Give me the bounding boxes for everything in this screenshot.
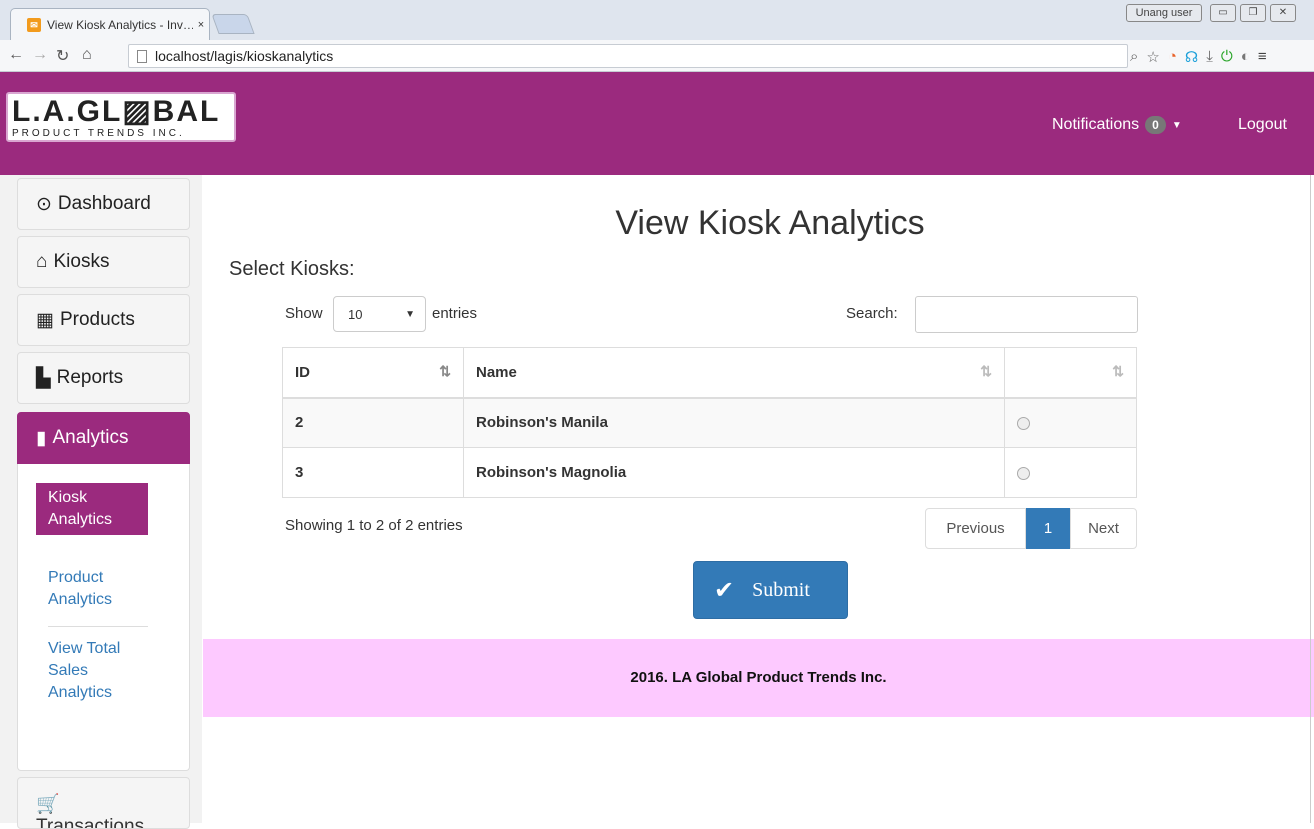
power-icon[interactable]: ⏻	[1221, 48, 1233, 66]
user-badge[interactable]: Unang user	[1126, 4, 1202, 22]
url-text: localhost/lagis/kioskanalytics	[155, 48, 334, 64]
home-browser-icon[interactable]: ⌂	[82, 46, 92, 64]
search-input[interactable]	[915, 296, 1138, 333]
menu-icon[interactable]: ≡	[1258, 48, 1267, 66]
sidebar-item-dashboard[interactable]: ⊙ Dashboard	[17, 178, 190, 230]
file-icon: ▙	[36, 367, 51, 389]
new-tab-button[interactable]	[211, 14, 255, 34]
page-button-current[interactable]: 1	[1026, 508, 1070, 549]
window-controls: ▭ ❐ ✕	[1210, 4, 1296, 22]
logo-text: L.A.GL▨BAL	[12, 95, 221, 128]
cart-icon: 🛒	[36, 794, 60, 815]
table-info: Showing 1 to 2 of 2 entries	[285, 517, 463, 534]
close-window-icon[interactable]: ✕	[1270, 4, 1296, 22]
show-label: Show	[285, 305, 323, 322]
logo-subtext: PRODUCT TRENDS INC.	[12, 128, 185, 139]
next-button[interactable]: Next	[1070, 508, 1137, 549]
select-arrow-icon: ▼	[405, 309, 415, 320]
submit-button[interactable]: ✔ Submit	[693, 561, 848, 619]
kiosk-table: ID ⇅ Name ⇅ ⇅ 2 Robinson's Manila 3 Robi…	[282, 347, 1137, 498]
submit-label: Submit	[752, 578, 810, 601]
app-header: L.A.GL▨BAL PRODUCT TRENDS INC. Notificat…	[0, 72, 1314, 175]
entries-length-select[interactable]: 10 ▼	[333, 296, 426, 332]
browser-toolbar: ← → ↻ ⌂ localhost/lagis/kioskanalytics ⌕…	[0, 40, 1314, 72]
caret-down-icon: ▼	[1171, 119, 1182, 131]
sidebar-item-label: Kiosks	[53, 251, 110, 272]
submenu-product-analytics[interactable]: Product Analytics	[36, 563, 156, 615]
sidebar-item-transactions[interactable]: 🛒 Transactions	[17, 777, 190, 829]
page-title: View Kiosk Analytics	[615, 204, 925, 242]
zoom-icon[interactable]: ⌕	[1130, 48, 1138, 66]
column-header-id[interactable]: ID ⇅	[282, 347, 464, 399]
sort-icon: ⇅	[980, 363, 992, 379]
download-icon[interactable]: ⤓	[1206, 48, 1213, 66]
tab-close-icon[interactable]: ×	[193, 19, 209, 31]
kiosk-radio[interactable]	[1017, 466, 1030, 480]
briefcase-icon: ▦	[36, 309, 54, 331]
restore-icon[interactable]: ❐	[1240, 4, 1266, 22]
toggle-off-icon[interactable]: ◐	[1241, 48, 1250, 66]
notifications-badge: 0	[1145, 116, 1166, 134]
pagination: Previous 1 Next	[925, 508, 1137, 549]
sidebar-item-label: Products	[59, 309, 135, 330]
analytics-submenu: Kiosk Analytics Product Analytics View T…	[17, 464, 190, 771]
page-icon	[137, 50, 147, 63]
dashboard-icon: ⊙	[36, 193, 52, 215]
extension-c-icon[interactable]: ◔	[1168, 48, 1177, 66]
cell-select	[1004, 447, 1137, 498]
table-row: 2 Robinson's Manila	[282, 397, 1137, 448]
cell-select	[1004, 397, 1137, 448]
headphones-icon[interactable]: ☊	[1185, 48, 1198, 66]
length-value: 10	[348, 307, 363, 322]
select-kiosks-label: Select Kiosks:	[229, 258, 355, 280]
check-icon: ✔	[714, 576, 735, 604]
sidebar-item-label: Analytics	[52, 427, 129, 448]
column-header-select[interactable]: ⇅	[1004, 347, 1137, 399]
reload-icon[interactable]: ↻	[56, 46, 69, 66]
sidebar-item-label: Dashboard	[57, 193, 151, 214]
cell-id: 3	[282, 447, 464, 498]
search-label: Search:	[846, 305, 898, 322]
browser-tab[interactable]: ✉ View Kiosk Analytics - Inv… ×	[10, 8, 210, 40]
url-input[interactable]: localhost/lagis/kioskanalytics	[128, 44, 1128, 68]
entries-label: entries	[432, 305, 478, 322]
sidebar-item-kiosks[interactable]: ⌂ Kiosks	[17, 236, 190, 288]
submenu-total-sales[interactable]: View Total Sales Analytics	[36, 634, 156, 708]
column-header-name[interactable]: Name ⇅	[463, 347, 1005, 399]
cell-id: 2	[282, 397, 464, 448]
star-icon[interactable]: ☆	[1146, 48, 1159, 66]
browser-tabbar: ✉ View Kiosk Analytics - Inv… × Unang us…	[0, 0, 1314, 40]
forward-icon[interactable]: →	[32, 46, 48, 64]
cell-name: Robinson's Manila	[463, 397, 1005, 448]
submenu-divider	[48, 626, 148, 627]
kiosk-radio[interactable]	[1017, 416, 1030, 430]
cell-name: Robinson's Magnolia	[463, 447, 1005, 498]
home-icon: ⌂	[36, 251, 48, 272]
extensions-row: ⌕ ☆ ◔ ☊ ⤓ ⏻ ◐ ≡	[1130, 48, 1267, 66]
logout-link[interactable]: Logout	[1238, 116, 1287, 134]
notifications-label: Notifications	[1052, 116, 1140, 133]
table-header-row: ID ⇅ Name ⇅ ⇅	[282, 347, 1137, 399]
sidebar-item-analytics[interactable]: ▮ Analytics	[17, 412, 190, 464]
favicon-icon: ✉	[27, 17, 41, 32]
sort-icon: ⇅	[1112, 363, 1124, 379]
scroll-edge	[1310, 175, 1314, 823]
logo[interactable]: L.A.GL▨BAL PRODUCT TRENDS INC.	[6, 92, 236, 142]
footer: 2016. LA Global Product Trends Inc.	[203, 639, 1314, 717]
previous-button[interactable]: Previous	[925, 508, 1026, 549]
tab-title: View Kiosk Analytics - Inv…	[47, 17, 193, 32]
sort-asc-icon: ⇅	[439, 363, 451, 379]
notifications-dropdown[interactable]: Notifications 0 ▼	[1052, 116, 1182, 134]
sidebar-item-label: Reports	[56, 367, 124, 388]
bar-chart-icon: ▮	[36, 427, 47, 449]
back-icon[interactable]: ←	[8, 46, 24, 64]
minimize-icon[interactable]: ▭	[1210, 4, 1236, 22]
sidebar-item-reports[interactable]: ▙ Reports	[17, 352, 190, 404]
sidebar-item-products[interactable]: ▦ Products	[17, 294, 190, 346]
submenu-kiosk-analytics[interactable]: Kiosk Analytics	[36, 483, 148, 535]
table-row: 3 Robinson's Magnolia	[282, 447, 1137, 498]
